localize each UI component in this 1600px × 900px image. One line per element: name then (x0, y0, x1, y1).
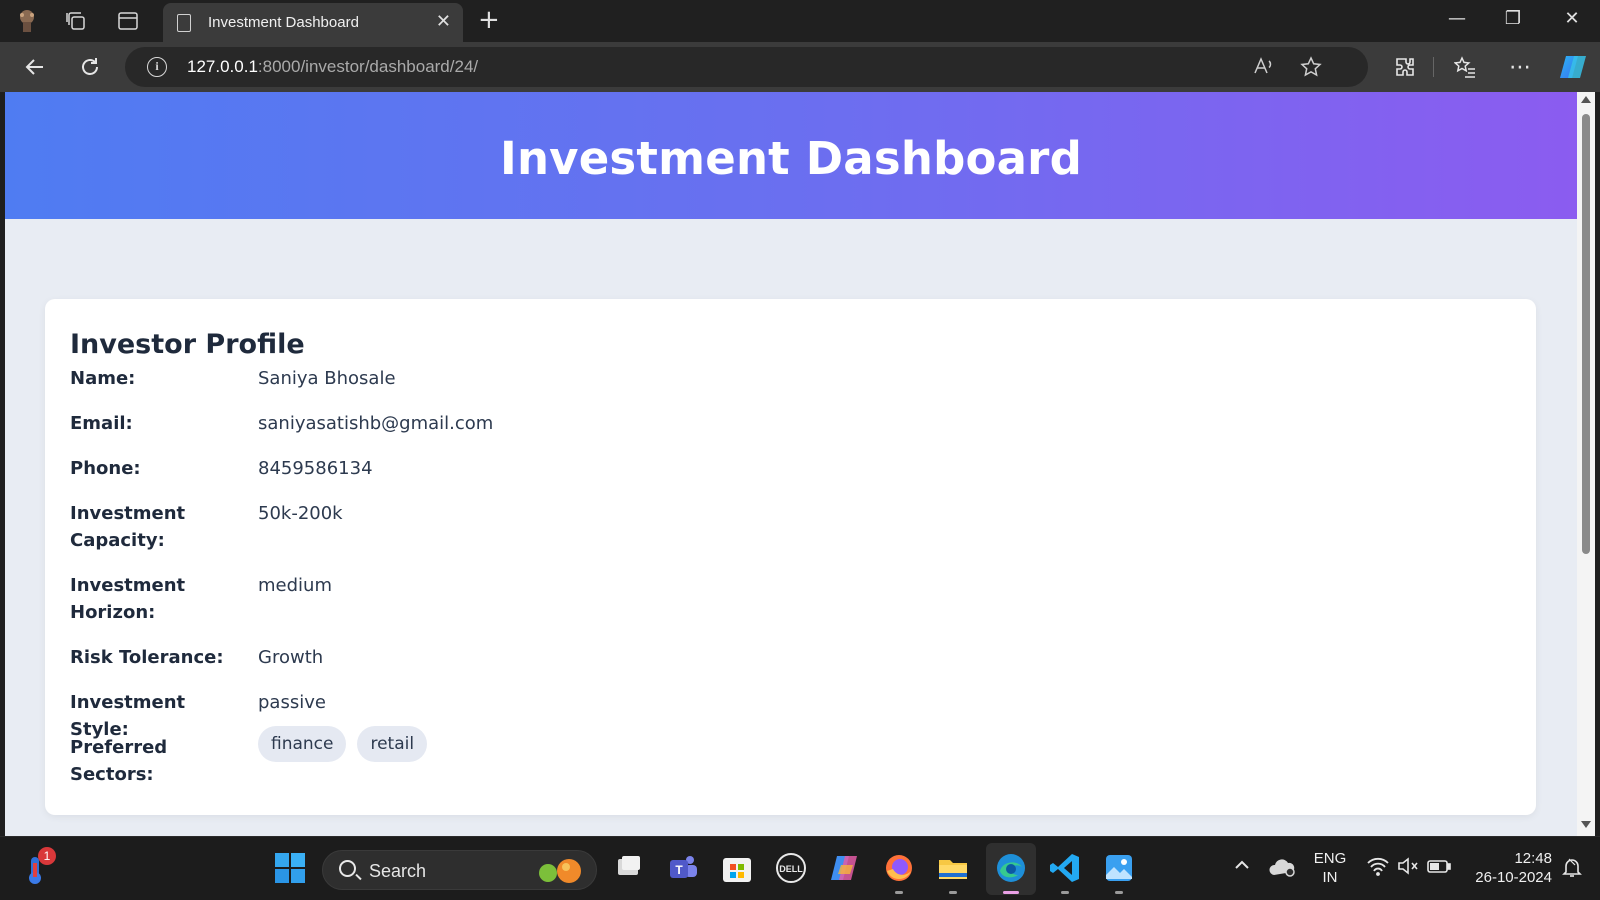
taskbar-search-box[interactable]: Search (322, 850, 597, 890)
page-document-icon (177, 13, 191, 32)
vertical-tabs-icon[interactable] (114, 7, 142, 35)
profile-avatar-icon[interactable] (13, 7, 41, 35)
close-tab-icon[interactable]: ✕ (436, 12, 451, 32)
field-label: Investment Capacity: (70, 503, 186, 551)
language-indicator[interactable]: ENG IN (1308, 849, 1352, 887)
favorite-star-icon[interactable] (1300, 56, 1322, 83)
url-path: :8000/investor/dashboard/24/ (257, 57, 479, 76)
volume-muted-icon[interactable] (1396, 855, 1420, 877)
browser-title-bar: Investment Dashboard ✕ + — ❐ ✕ (0, 0, 1600, 42)
running-indicator (895, 891, 903, 894)
clock-time: 12:48 (1514, 850, 1552, 867)
dashboard-header: Investment Dashboard (5, 92, 1577, 219)
running-indicator (1061, 891, 1069, 894)
svg-text:DELL: DELL (779, 864, 803, 874)
copilot-app-icon[interactable] (828, 851, 862, 885)
tab-investment-dashboard[interactable]: Investment Dashboard ✕ (163, 3, 463, 42)
search-icon (339, 860, 356, 877)
language-line-2: IN (1322, 869, 1338, 886)
refresh-icon[interactable] (75, 52, 105, 82)
field-value: passive (258, 692, 326, 713)
notifications-bell-icon[interactable] (1560, 855, 1584, 879)
photos-icon[interactable] (1102, 851, 1136, 894)
copilot-icon[interactable] (1558, 52, 1588, 82)
field-value: Saniya Bhosale (258, 368, 396, 389)
microsoft-store-icon[interactable] (720, 851, 754, 885)
extensions-icon[interactable] (1390, 52, 1420, 82)
field-label: Email: (70, 413, 133, 434)
field-label: Risk Tolerance: (70, 647, 224, 668)
field-value: medium (258, 575, 332, 596)
read-aloud-icon[interactable] (1253, 56, 1275, 81)
field-label: Phone: (70, 458, 141, 479)
weather-widget-icon[interactable]: 1 (22, 847, 56, 887)
search-label: Search (369, 861, 427, 881)
wifi-icon[interactable] (1366, 855, 1390, 877)
field-value: Growth (258, 647, 324, 668)
new-tab-button[interactable]: + (478, 6, 500, 34)
battery-icon[interactable] (1426, 855, 1452, 877)
address-bar[interactable]: i 127.0.0.1:8000/investor/dashboard/24/ (125, 47, 1368, 87)
language-line-1: ENG (1313, 850, 1347, 867)
edge-browser-icon[interactable] (994, 851, 1028, 894)
url-text[interactable]: 127.0.0.1:8000/investor/dashboard/24/ (187, 57, 478, 77)
back-arrow-icon[interactable] (20, 52, 50, 82)
investor-profile-card: Investor Profile Name: Saniya Bhosale Em… (45, 299, 1536, 815)
sector-chip: retail (357, 726, 428, 762)
svg-text:T: T (675, 863, 683, 877)
page-viewport: Investment Dashboard Investor Profile Na… (5, 92, 1577, 836)
field-value: 50k-200k (258, 503, 343, 524)
workspaces-icon[interactable] (62, 7, 90, 35)
running-indicator (949, 891, 957, 894)
scroll-up-arrow-icon[interactable] (1581, 96, 1591, 103)
vscode-icon[interactable] (1048, 851, 1082, 894)
more-options-icon[interactable]: ⋯ (1505, 52, 1535, 82)
url-host: 127.0.0.1 (187, 57, 258, 76)
file-explorer-icon[interactable] (936, 851, 970, 894)
toolbar-divider (1433, 57, 1434, 77)
clock[interactable]: 12:48 26-10-2024 (1462, 849, 1552, 887)
field-value: 8459586134 (258, 458, 373, 479)
task-view-icon[interactable] (612, 851, 646, 885)
browser-toolbar: i 127.0.0.1:8000/investor/dashboard/24/ … (0, 42, 1600, 92)
windows-start-icon[interactable] (275, 853, 305, 883)
page-title: Investment Dashboard (500, 132, 1082, 185)
scroll-down-arrow-icon[interactable] (1581, 821, 1591, 828)
profile-heading: Investor Profile (70, 329, 305, 360)
favorites-icon[interactable] (1450, 52, 1480, 82)
teams-icon[interactable]: T (666, 851, 700, 885)
field-label: Preferred Sectors: (70, 737, 168, 785)
sector-chip: finance (258, 726, 347, 762)
notification-badge: 1 (38, 847, 56, 865)
scrollbar-thumb[interactable] (1582, 114, 1590, 554)
field-label: Investment Horizon: (70, 575, 186, 623)
sector-chips: finance retail (258, 726, 438, 762)
show-hidden-icons-chevron-icon[interactable] (1232, 855, 1252, 875)
search-highlight-icon (533, 857, 589, 889)
running-indicator (1115, 891, 1123, 894)
tab-title: Investment Dashboard (208, 14, 359, 31)
site-info-icon[interactable]: i (147, 57, 167, 77)
windows-taskbar: 1 Search T DELL ENG IN 12:48 26-10-2024 (0, 836, 1600, 900)
active-indicator (1003, 891, 1019, 894)
onedrive-cloud-icon[interactable] (1268, 855, 1298, 879)
close-window-icon[interactable]: ✕ (1557, 8, 1587, 29)
minimize-icon[interactable]: — (1442, 8, 1472, 29)
field-label: Name: (70, 368, 136, 389)
firefox-icon[interactable] (882, 851, 916, 894)
dell-icon[interactable]: DELL (774, 851, 808, 885)
field-value: saniyasatishb@gmail.com (258, 413, 494, 434)
restore-icon[interactable]: ❐ (1498, 8, 1528, 29)
page-scrollbar[interactable] (1577, 92, 1595, 836)
clock-date: 26-10-2024 (1475, 869, 1552, 886)
